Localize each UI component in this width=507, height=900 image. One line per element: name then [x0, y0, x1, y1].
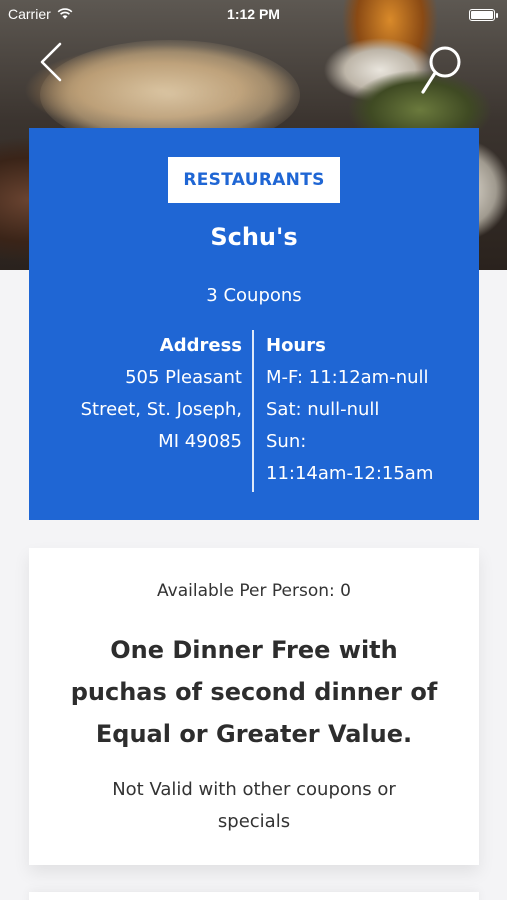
restriction-line: specials [217, 811, 291, 832]
address-line: 505 Pleasant [125, 367, 242, 388]
hours-block: Hours M-F: 11:12am-null Sat: null-null S… [266, 330, 471, 490]
hours-line: Sun: [266, 431, 307, 452]
hours-line: Sat: null-null [266, 399, 380, 420]
restaurant-name: Schu's [210, 223, 298, 251]
restaurant-info-card: RESTAURANTS Schu's 3 Coupons Address 505… [29, 128, 479, 520]
clock: 1:12 PM [227, 6, 280, 22]
coupon-card[interactable]: Available Per Person: 0 One Dinner Free … [29, 548, 479, 865]
offer-line: Equal or Greater Value. [95, 720, 413, 748]
search-button[interactable] [420, 44, 466, 96]
offer-line: One Dinner Free with [110, 636, 398, 664]
search-icon [421, 46, 461, 94]
offer-line: puchas of second dinner of [70, 678, 438, 706]
back-button[interactable] [36, 42, 70, 82]
chevron-left-icon [40, 42, 62, 82]
hours-line: 11:14am-12:15am [266, 463, 434, 484]
coupon-restrictions: Not Valid with other coupons or specials [59, 774, 449, 838]
restaurant-details: Address 505 Pleasant Street, St. Joseph,… [29, 330, 479, 492]
hours-line: M-F: 11:12am-null [266, 367, 429, 388]
address-line: Street, St. Joseph, [80, 399, 242, 420]
coupon-offer: One Dinner Free with puchas of second di… [47, 629, 461, 755]
hours-heading: Hours [266, 335, 326, 356]
column-divider [252, 330, 254, 492]
address-block: Address 505 Pleasant Street, St. Joseph,… [42, 330, 242, 458]
coupon-count: 3 Coupons [206, 285, 302, 306]
status-bar: Carrier 1:12 PM [0, 0, 507, 30]
next-coupon-card[interactable] [29, 892, 479, 900]
availability-text: Available Per Person: 0 [157, 581, 351, 601]
battery-icon [469, 9, 498, 21]
address-heading: Address [159, 335, 242, 356]
address-line: MI 49085 [158, 431, 242, 452]
restriction-line: Not Valid with other coupons or [112, 779, 396, 800]
category-badge[interactable]: RESTAURANTS [168, 157, 340, 203]
